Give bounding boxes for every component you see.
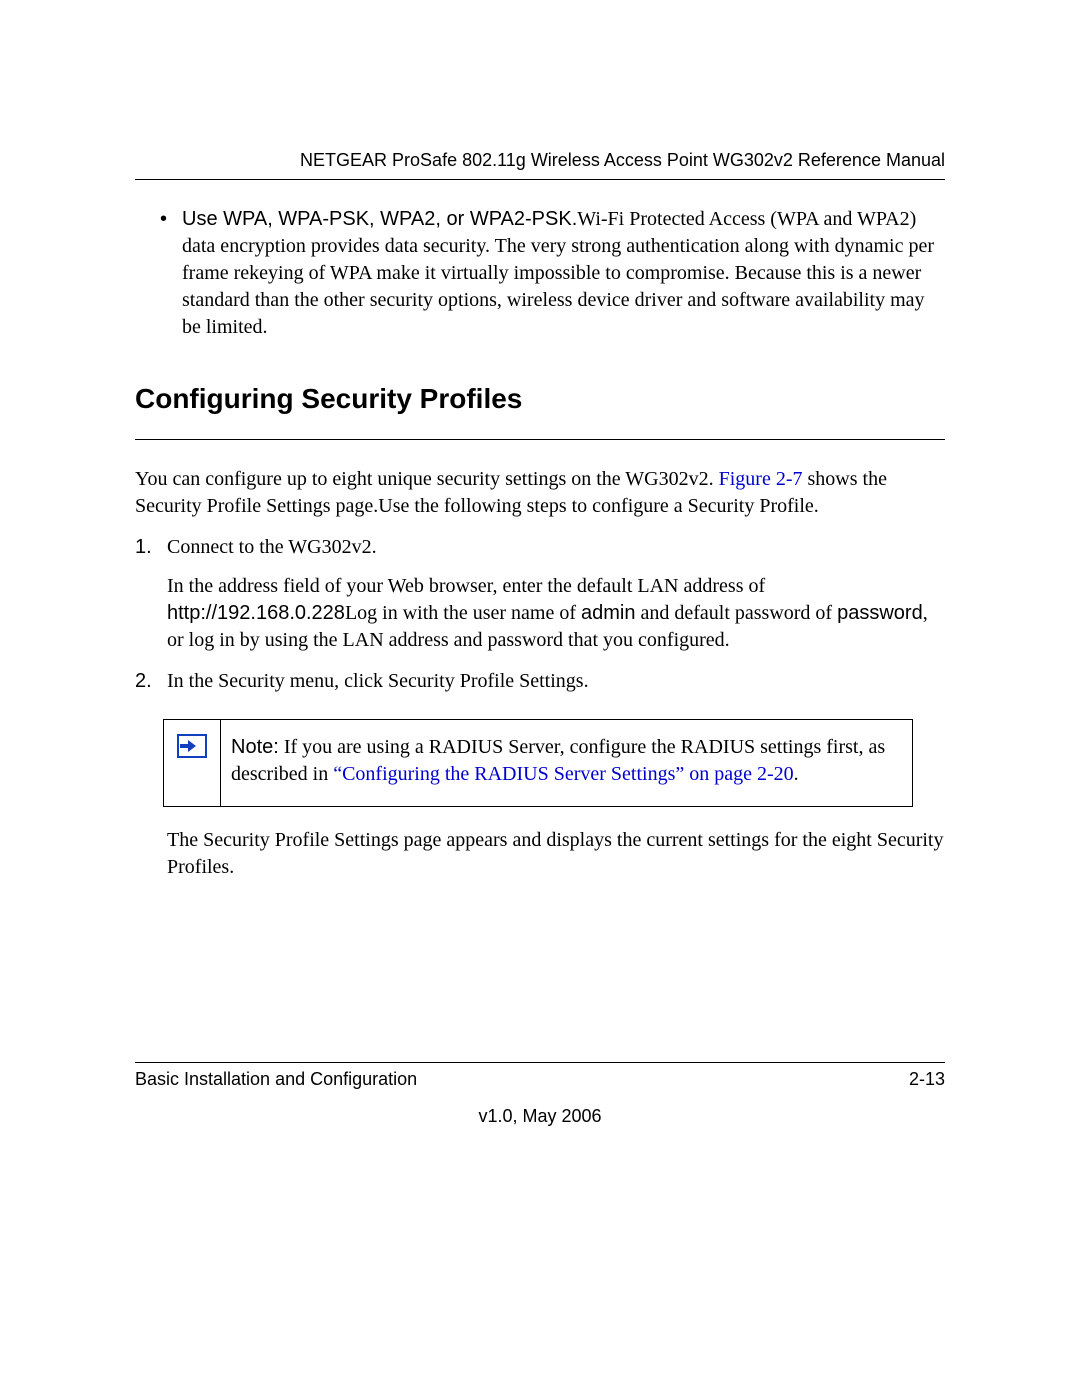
running-header: NETGEAR ProSafe 802.11g Wireless Access … bbox=[135, 150, 945, 180]
note-box: Note: If you are using a RADIUS Server, … bbox=[163, 719, 913, 807]
username-literal: admin bbox=[581, 602, 635, 624]
step1-t2: Log in with the user name of bbox=[345, 602, 581, 624]
bullet-text: Use WPA, WPA-PSK, WPA2, or WPA2-PSK.Wi-F… bbox=[182, 206, 945, 341]
intro-part1: You can configure up to eight unique sec… bbox=[135, 468, 719, 490]
note-icon-cell bbox=[164, 720, 221, 806]
note-tail: . bbox=[794, 763, 799, 785]
intro-paragraph: You can configure up to eight unique sec… bbox=[135, 466, 945, 520]
footer-version: v1.0, May 2006 bbox=[135, 1106, 945, 1127]
step2-after-wrap: The Security Profile Settings page appea… bbox=[135, 827, 945, 881]
step-number: 2. bbox=[135, 668, 167, 695]
note-label: Note: bbox=[231, 736, 279, 758]
bullet-lead: Use WPA, WPA-PSK, WPA2, or WPA2-PSK. bbox=[182, 208, 577, 230]
page-footer: Basic Installation and Configuration 2-1… bbox=[135, 1062, 945, 1127]
step-1: 1. Connect to the WG302v2. In the addres… bbox=[135, 534, 945, 654]
step1-t1: In the address field of your Web browser… bbox=[167, 575, 765, 597]
bullet-mark: • bbox=[160, 206, 182, 341]
figure-link[interactable]: Figure 2-7 bbox=[719, 468, 803, 490]
step-2: 2. In the Security menu, click Security … bbox=[135, 668, 945, 695]
note-link[interactable]: “Configuring the RADIUS Server Settings”… bbox=[333, 763, 793, 785]
step1-t3: and default password of bbox=[635, 602, 837, 624]
step-number: 1. bbox=[135, 534, 167, 654]
default-url: http://192.168.0.228 bbox=[167, 602, 345, 624]
section-heading: Configuring Security Profiles bbox=[135, 383, 945, 440]
step2-line1: In the Security menu, click Security Pro… bbox=[167, 668, 945, 695]
arrow-icon bbox=[177, 734, 207, 758]
password-literal: password bbox=[837, 602, 923, 624]
step2-after: The Security Profile Settings page appea… bbox=[167, 827, 945, 881]
step1-detail: In the address field of your Web browser… bbox=[167, 573, 945, 654]
page: NETGEAR ProSafe 802.11g Wireless Access … bbox=[0, 0, 1080, 1397]
page-number: 2-13 bbox=[909, 1069, 945, 1090]
step1-line1: Connect to the WG302v2. bbox=[167, 534, 945, 561]
footer-section-name: Basic Installation and Configuration bbox=[135, 1069, 417, 1090]
note-text: Note: If you are using a RADIUS Server, … bbox=[221, 720, 912, 806]
bullet-item: • Use WPA, WPA-PSK, WPA2, or WPA2-PSK.Wi… bbox=[160, 206, 945, 341]
